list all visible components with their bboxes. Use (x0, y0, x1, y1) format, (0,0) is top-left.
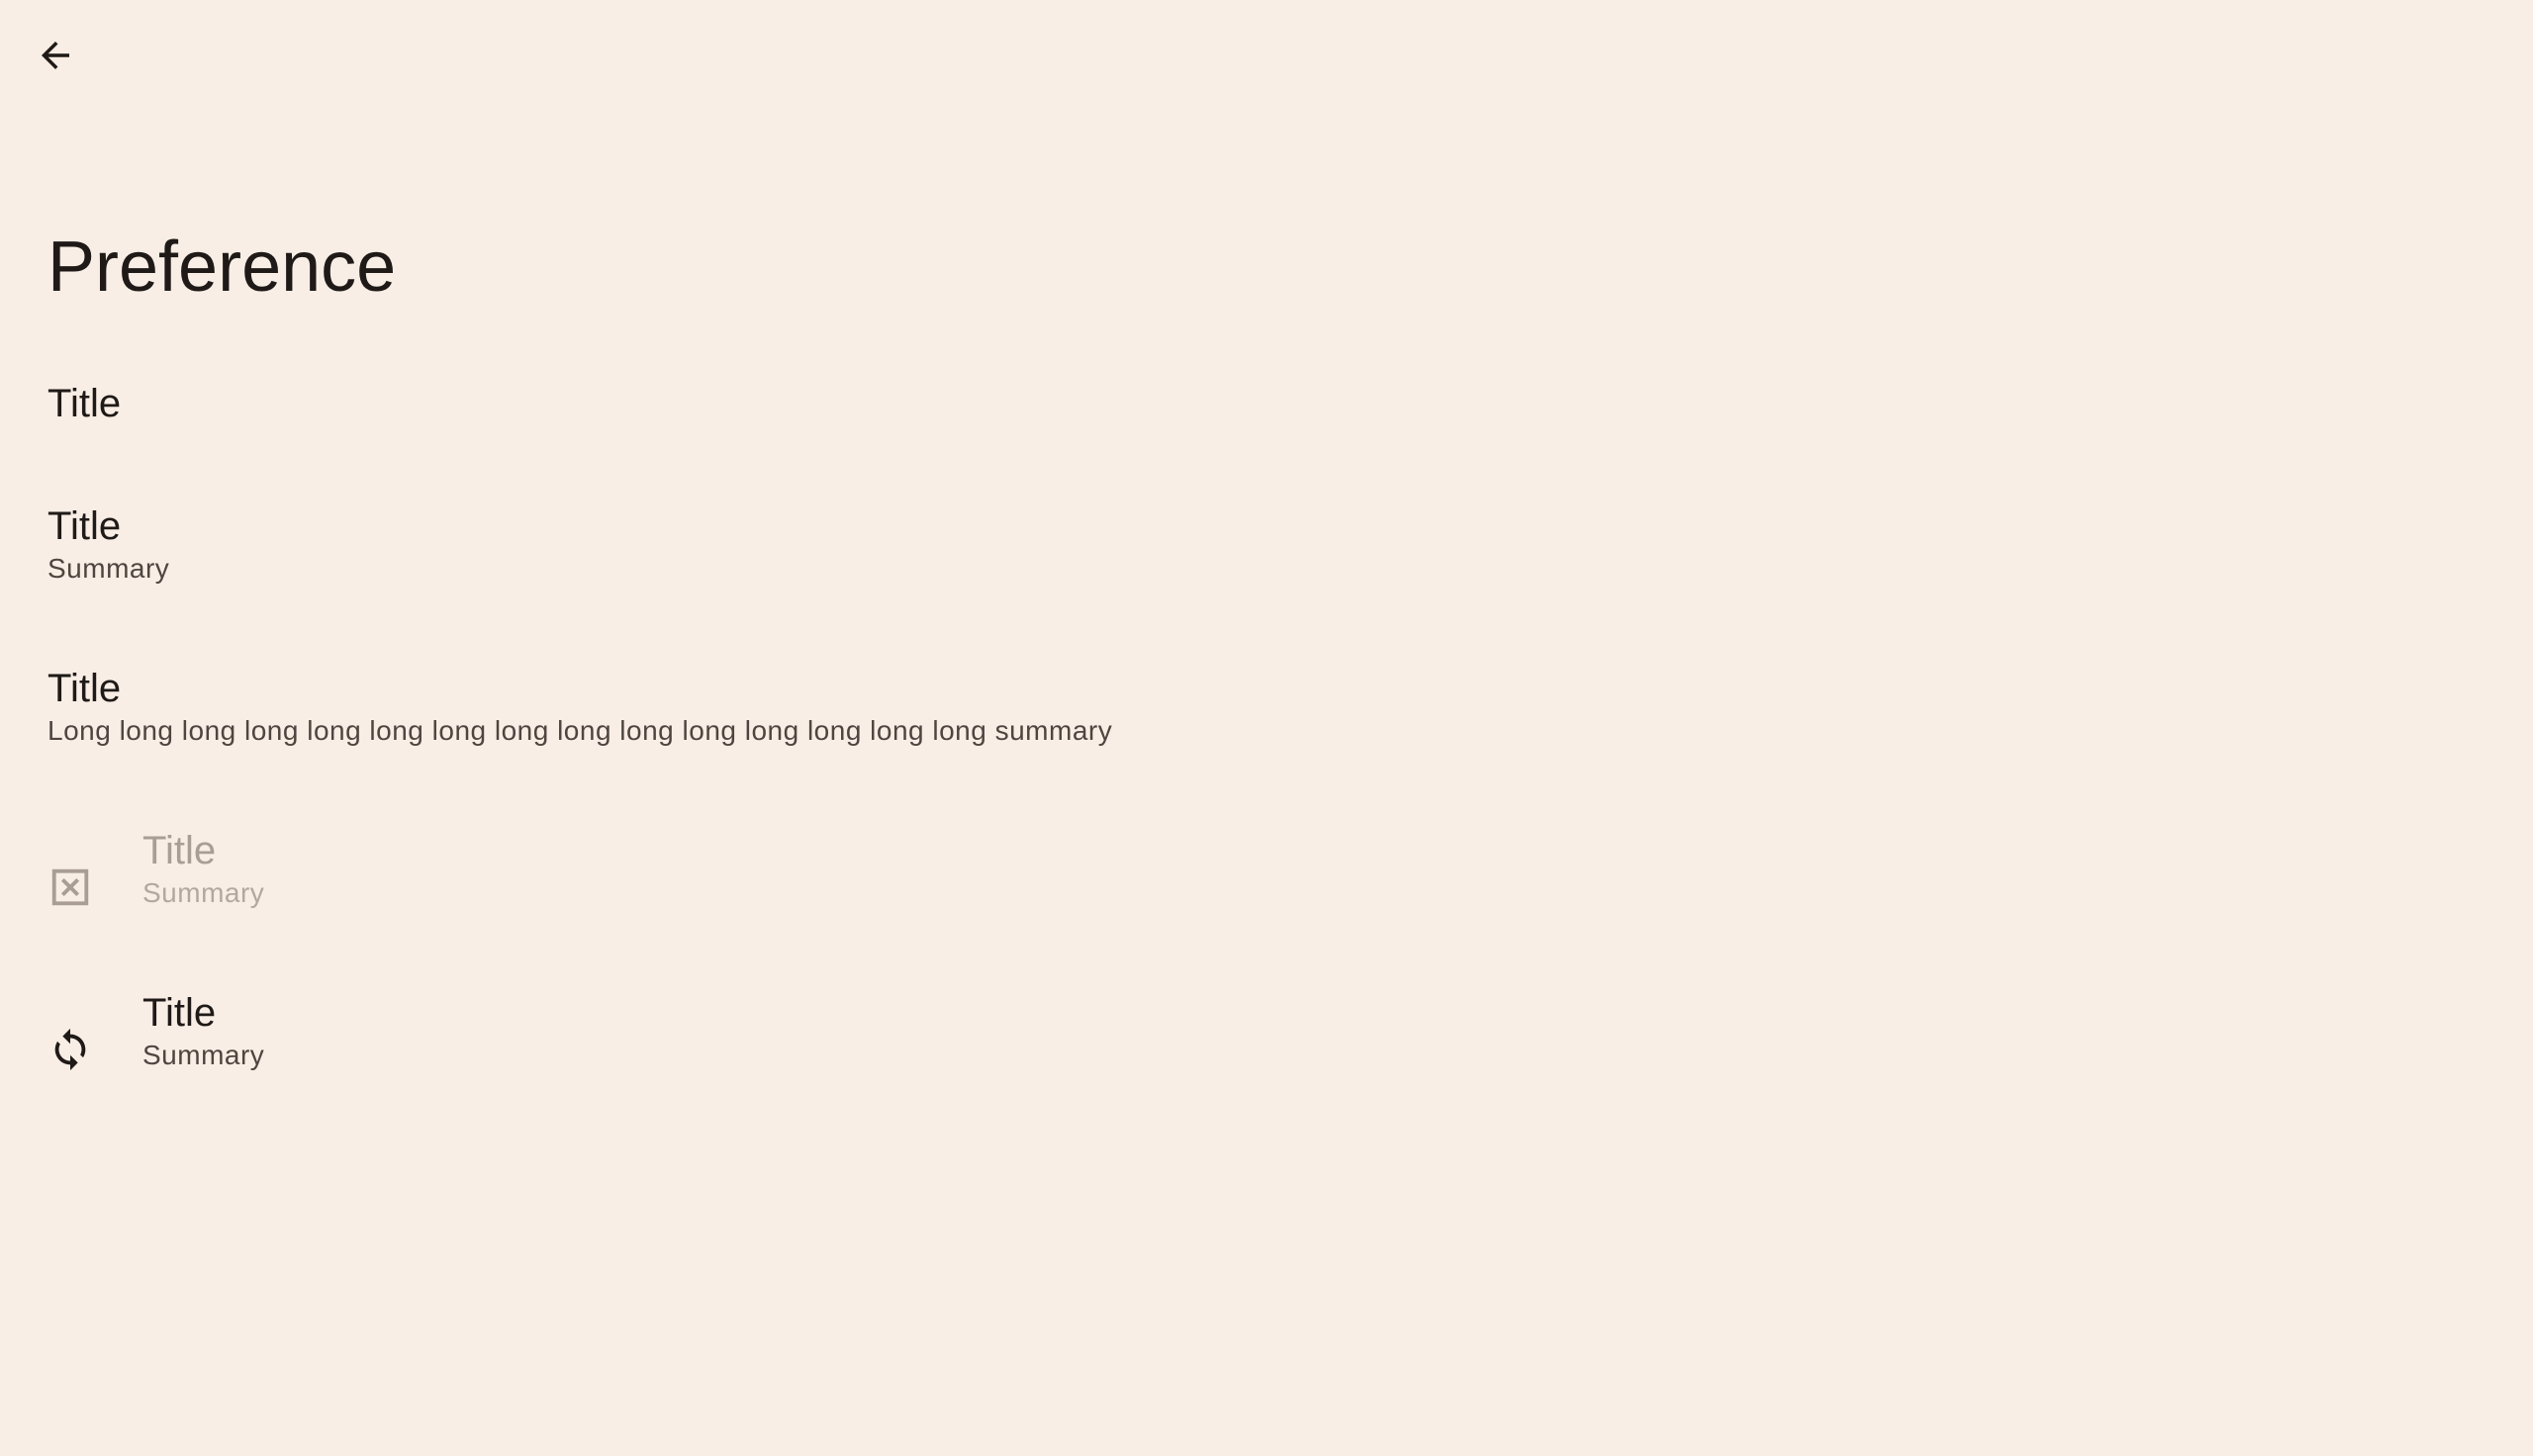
sync-icon (47, 1027, 93, 1072)
preference-title: Title (47, 382, 122, 425)
back-button[interactable] (24, 24, 87, 87)
preference-summary: Summary (142, 1040, 265, 1070)
preference-title: Title (142, 829, 217, 872)
preference-text: Title Summary (47, 501, 169, 587)
preference-summary: Summary (142, 877, 265, 908)
preference-summary: Summary (47, 553, 170, 584)
preference-item-disabled: Title Summary (0, 803, 2533, 965)
arrow-back-icon (42, 42, 69, 69)
page-title: Preference (47, 228, 397, 307)
top-app-bar (0, 0, 2533, 111)
disabled-box-x-icon (47, 864, 93, 910)
preference-text: Title Summary (142, 826, 264, 911)
preference-title: Title (47, 667, 122, 710)
preference-text: Title (47, 379, 121, 428)
preference-title: Title (47, 504, 122, 548)
preference-text: Title Long long long long long long long… (47, 664, 1112, 749)
preference-summary: Long long long long long long long long … (47, 715, 1113, 746)
preference-item-with-summary[interactable]: Title Summary (0, 479, 2533, 641)
preference-text: Title Summary (142, 988, 264, 1073)
preference-item-long-summary[interactable]: Title Long long long long long long long… (0, 641, 2533, 803)
preference-item-with-icon[interactable]: Title Summary (0, 965, 2533, 1128)
preference-item-title-only[interactable]: Title (0, 356, 2533, 479)
preference-title: Title (142, 991, 217, 1035)
preference-list: Title Title Summary Title Long long long… (0, 356, 2533, 1128)
